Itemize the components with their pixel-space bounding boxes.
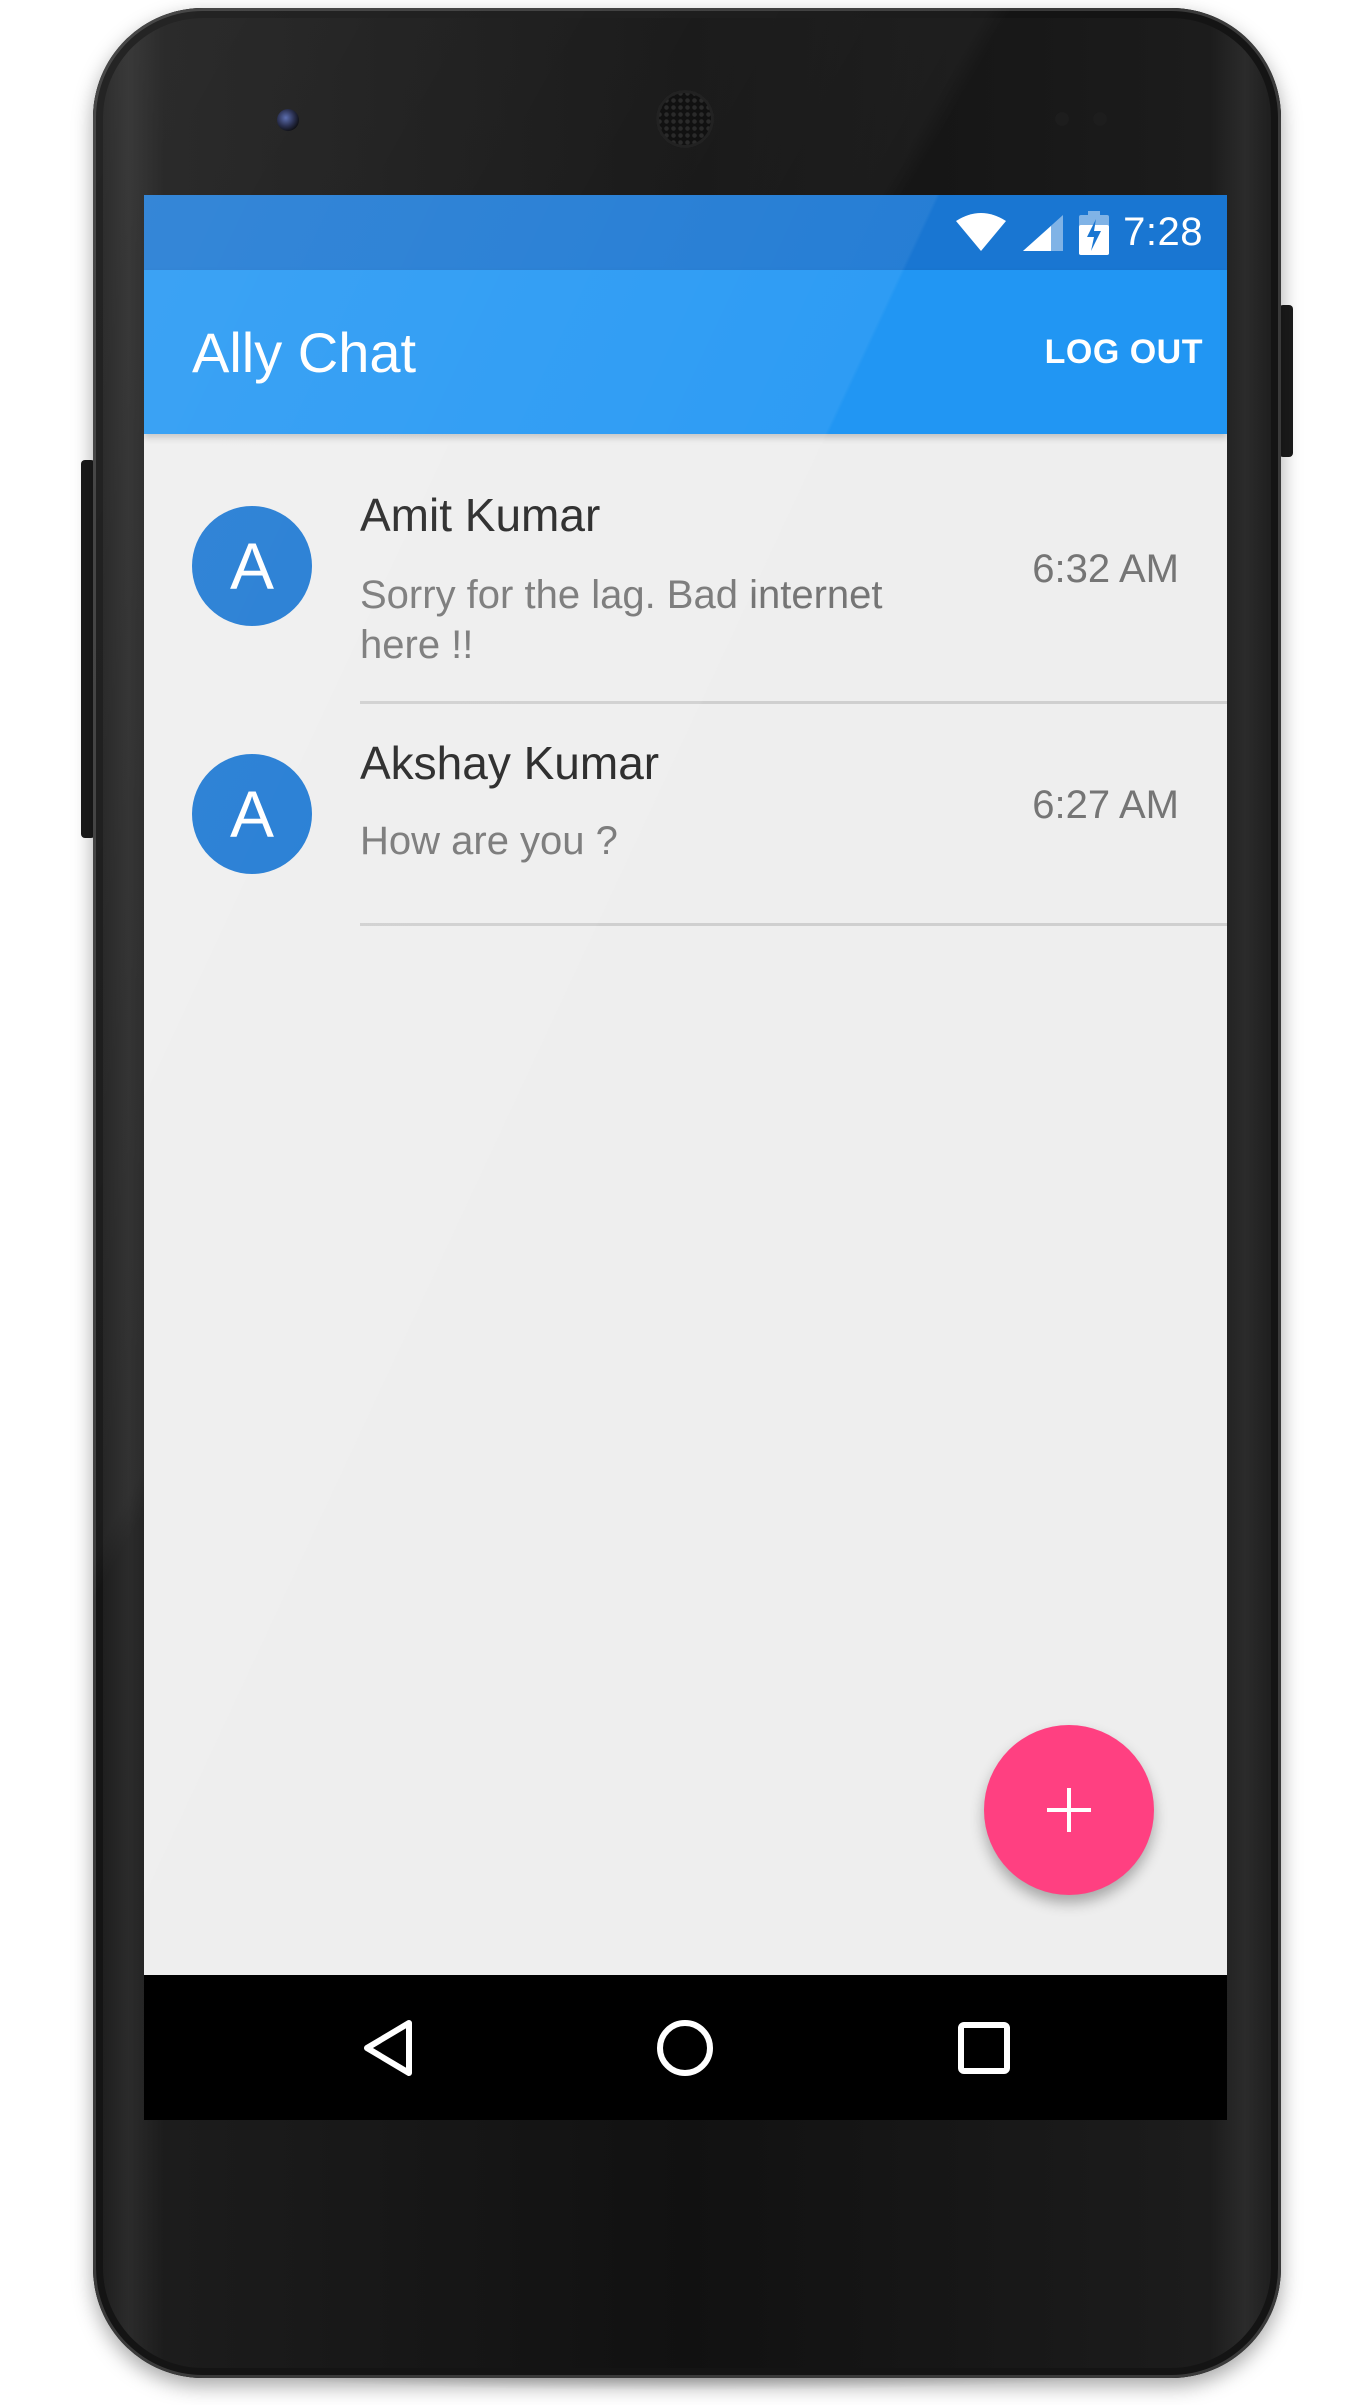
chat-timestamp: 6:32 AM [1032, 547, 1179, 591]
chat-list-item[interactable]: A Amit Kumar Sorry for the lag. Bad inte… [144, 434, 1227, 704]
wifi-icon [956, 212, 1007, 251]
chat-list: A Amit Kumar Sorry for the lag. Bad inte… [144, 434, 1227, 926]
earpiece-speaker [656, 90, 714, 148]
status-bar: 7:28 [144, 195, 1227, 270]
new-chat-fab[interactable] [984, 1725, 1154, 1895]
front-camera [277, 109, 299, 131]
home-button[interactable] [615, 1975, 755, 2120]
chat-list-item[interactable]: A Akshay Kumar How are you ? 6:27 AM [144, 704, 1227, 926]
chat-last-message: How are you ? [360, 819, 618, 863]
chat-contact-name: Akshay Kumar [360, 737, 660, 789]
avatar: A [192, 754, 312, 874]
signal-icon [1023, 214, 1064, 251]
logout-button[interactable]: LOG OUT [1045, 270, 1203, 434]
chat-timestamp: 6:27 AM [1032, 783, 1179, 827]
avatar: A [192, 506, 312, 626]
navigation-bar [144, 1975, 1227, 2120]
back-button[interactable] [319, 1975, 459, 2120]
recents-icon [958, 2021, 1010, 2074]
chat-contact-name: Amit Kumar [360, 489, 601, 541]
app-title: Ally Chat [192, 320, 417, 384]
recents-button[interactable] [914, 1975, 1054, 2120]
battery-charging-icon [1079, 210, 1110, 255]
proximity-sensor [1055, 112, 1069, 126]
device-frame: 7:28 Ally Chat LOG OUT A Amit Kumar Sorr… [0, 0, 1370, 2405]
screen: 7:28 Ally Chat LOG OUT A Amit Kumar Sorr… [144, 195, 1227, 2120]
back-icon [364, 2019, 412, 2076]
app-bar: Ally Chat LOG OUT [144, 270, 1227, 434]
light-sensor [1093, 112, 1107, 126]
power-button [1279, 305, 1293, 457]
list-divider [360, 923, 1227, 926]
chat-last-message: Sorry for the lag. Bad internet here !! [360, 573, 883, 667]
home-icon [657, 2019, 713, 2076]
status-time: 7:28 [1123, 210, 1203, 254]
plus-icon [1047, 1788, 1091, 1832]
